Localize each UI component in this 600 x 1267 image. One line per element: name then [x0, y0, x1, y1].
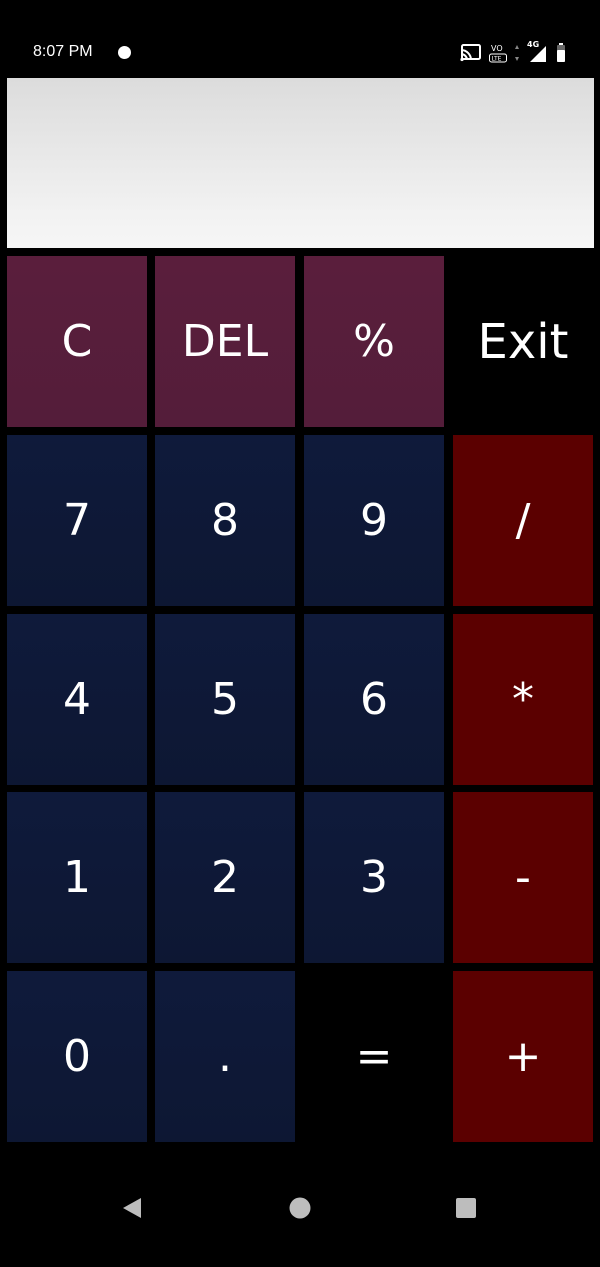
home-icon[interactable]: [280, 1188, 320, 1228]
key-label: 6: [360, 674, 388, 725]
digit-4-button[interactable]: 4: [7, 614, 147, 785]
percent-button[interactable]: %: [304, 256, 444, 427]
digit-9-button[interactable]: 9: [304, 435, 444, 606]
add-button[interactable]: +: [453, 971, 593, 1142]
clear-button[interactable]: C: [7, 256, 147, 427]
status-icons: VO LTE 4G: [460, 40, 566, 66]
key-label: 2: [211, 852, 239, 903]
multiply-button[interactable]: *: [453, 614, 593, 785]
svg-text:LTE: LTE: [492, 56, 502, 63]
key-label: 0: [63, 1031, 91, 1082]
key-label: 7: [63, 495, 91, 546]
key-label: +: [504, 1031, 542, 1082]
key-label: DEL: [181, 316, 269, 367]
notification-dot-icon: [118, 46, 131, 59]
key-label: .: [218, 1031, 232, 1082]
digit-3-button[interactable]: 3: [304, 792, 444, 963]
digit-5-button[interactable]: 5: [155, 614, 295, 785]
digit-8-button[interactable]: 8: [155, 435, 295, 606]
battery-icon: [556, 43, 566, 63]
key-label: =: [355, 1031, 393, 1082]
calculator-display[interactable]: [7, 78, 594, 248]
digit-6-button[interactable]: 6: [304, 614, 444, 785]
status-bar: 8:07 PM VO LTE 4G: [0, 0, 600, 78]
signal-4g-icon: 4G: [526, 40, 550, 64]
decimal-point-button[interactable]: .: [155, 971, 295, 1142]
svg-text:VO: VO: [491, 44, 503, 53]
navigation-bar: [0, 1146, 600, 1267]
keypad: C DEL % Exit 7 8 9 / 4 5 6 * 1 2 3 - 0 .…: [7, 256, 594, 1142]
back-icon[interactable]: [112, 1188, 152, 1228]
key-label: C: [61, 316, 93, 367]
key-label: 8: [211, 495, 239, 546]
cast-icon: [460, 44, 482, 62]
display-value: [23, 92, 578, 140]
key-label: *: [512, 674, 534, 725]
key-label: 3: [360, 852, 388, 903]
digit-0-button[interactable]: 0: [7, 971, 147, 1142]
recents-icon[interactable]: [446, 1188, 486, 1228]
volte-icon: VO LTE: [488, 42, 508, 64]
key-label: -: [515, 852, 531, 903]
digit-1-button[interactable]: 1: [7, 792, 147, 963]
key-label: 4: [63, 674, 91, 725]
delete-button[interactable]: DEL: [155, 256, 295, 427]
key-label: 1: [63, 852, 91, 903]
exit-button[interactable]: Exit: [453, 256, 593, 427]
key-label: /: [515, 495, 531, 546]
status-time: 8:07 PM: [33, 43, 93, 60]
divide-button[interactable]: /: [453, 435, 593, 606]
subtract-button[interactable]: -: [453, 792, 593, 963]
key-label: 9: [360, 495, 388, 546]
key-label: 5: [211, 674, 239, 725]
equals-button[interactable]: =: [304, 971, 444, 1142]
key-label: %: [353, 316, 395, 367]
key-label: Exit: [477, 313, 569, 370]
data-arrows-icon: [514, 43, 520, 63]
digit-2-button[interactable]: 2: [155, 792, 295, 963]
digit-7-button[interactable]: 7: [7, 435, 147, 606]
